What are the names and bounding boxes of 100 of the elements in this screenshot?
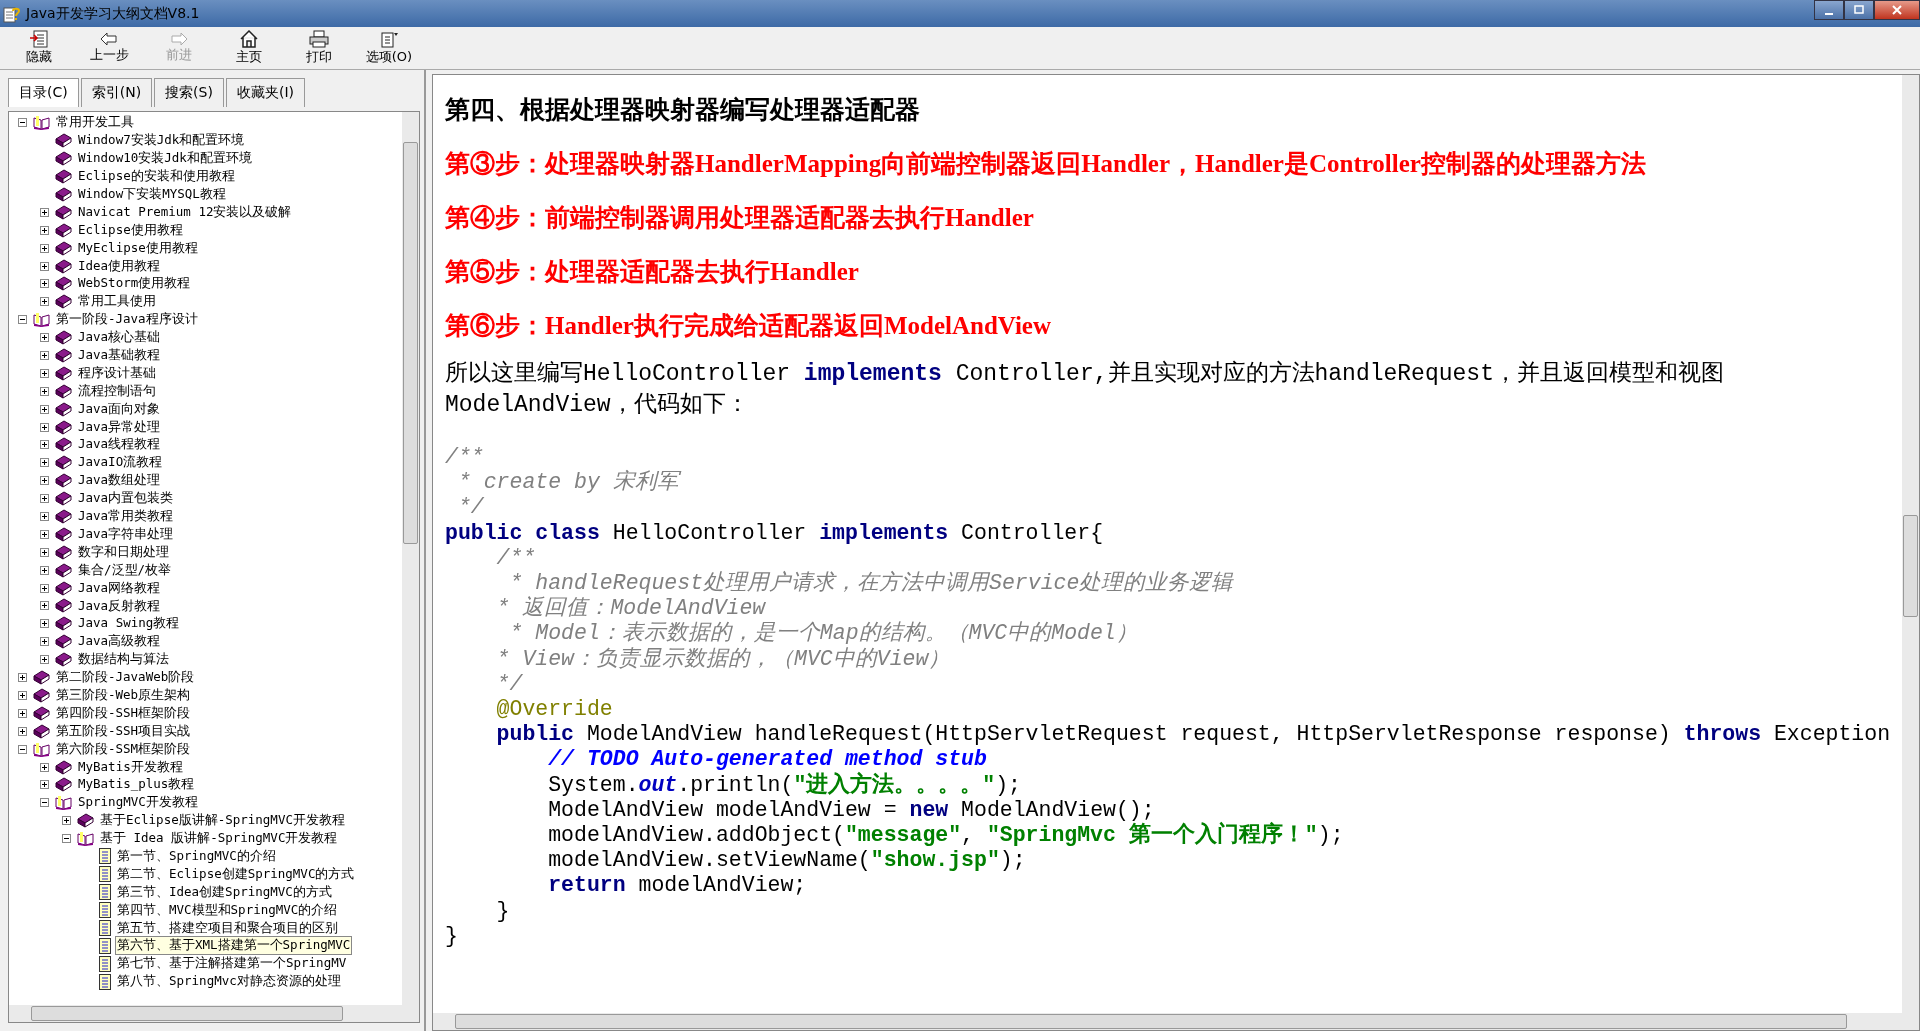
tree-item[interactable]: Java字符串处理 — [76, 524, 176, 544]
expand-icon[interactable] — [17, 673, 27, 683]
maximize-button[interactable] — [1844, 0, 1874, 20]
scrollbar[interactable] — [9, 1005, 419, 1022]
scrollbar-thumb[interactable] — [31, 1006, 343, 1021]
tree-item[interactable]: 基于 Idea 版讲解-SpringMVC开发教程 — [98, 829, 340, 849]
tree-item[interactable]: Java高级教程 — [76, 632, 163, 652]
tree-item[interactable]: 数字和日期处理 — [76, 542, 171, 562]
expand-icon[interactable] — [39, 565, 49, 575]
tree-item[interactable]: Java内置包装类 — [76, 489, 176, 509]
tab[interactable]: 搜索(S) — [154, 78, 224, 107]
collapse-icon[interactable] — [39, 798, 49, 808]
tree-item[interactable]: MyEclipse使用教程 — [76, 238, 200, 258]
expand-icon[interactable] — [61, 816, 71, 826]
collapse-icon[interactable] — [17, 118, 27, 128]
expand-icon[interactable] — [39, 780, 49, 790]
tree-item[interactable]: 第一节、SpringMVC的介绍 — [115, 846, 278, 866]
expand-icon[interactable] — [39, 351, 49, 360]
scrollbar-thumb[interactable] — [403, 142, 418, 544]
tree-item[interactable]: Java异常处理 — [76, 417, 163, 437]
tree-item[interactable]: Idea使用教程 — [76, 256, 163, 276]
scrollbar[interactable] — [402, 112, 419, 1005]
tree-item[interactable]: Eclipse使用教程 — [76, 220, 185, 240]
collapse-icon[interactable] — [17, 315, 27, 325]
expand-icon[interactable] — [39, 279, 49, 289]
expand-icon[interactable] — [39, 601, 49, 611]
expand-icon[interactable] — [39, 655, 49, 665]
tree-item[interactable]: 第四节、MVC模型和SpringMVC的介绍 — [115, 900, 340, 920]
tree-item[interactable]: Java线程教程 — [76, 435, 163, 455]
expand-icon[interactable] — [39, 297, 49, 307]
collapse-icon[interactable] — [17, 744, 27, 754]
tree-item[interactable]: Java核心基础 — [76, 328, 163, 348]
toolbar-button[interactable]: 打印 — [290, 27, 348, 69]
tree-item[interactable]: 第七节、基于注解搭建第一个SpringMV — [115, 954, 349, 974]
expand-icon[interactable] — [39, 637, 49, 647]
expand-icon[interactable] — [17, 708, 27, 718]
tab[interactable]: 索引(N) — [80, 78, 153, 107]
minimize-button[interactable] — [1814, 0, 1844, 20]
toolbar-button[interactable]: 主页 — [220, 27, 278, 69]
tree-item[interactable]: Java常用类教程 — [76, 507, 176, 527]
tree-item[interactable]: SpringMVC开发教程 — [76, 793, 200, 813]
scrollbar[interactable] — [433, 1013, 1919, 1030]
tree-item[interactable]: Window下安装MYSQL教程 — [76, 185, 228, 204]
expand-icon[interactable] — [39, 422, 49, 432]
tree-item[interactable]: MyBatis_plus教程 — [76, 775, 197, 795]
tree-item[interactable]: 第一阶段-Java程序设计 — [54, 310, 200, 330]
tree-item[interactable]: 第三阶段-Web原生架构 — [54, 685, 193, 705]
expand-icon[interactable] — [39, 368, 49, 378]
tree-item[interactable]: 集合/泛型/枚举 — [76, 560, 174, 580]
tree-item[interactable]: 第八节、SpringMvc对静态资源的处理 — [115, 972, 343, 992]
tree-item[interactable]: 第二阶段-JavaWeb阶段 — [54, 668, 197, 688]
expand-icon[interactable] — [39, 583, 49, 593]
expand-icon[interactable] — [39, 494, 49, 504]
expand-icon[interactable] — [39, 476, 49, 486]
tree-item[interactable]: Navicat Premium 12安装以及破解 — [76, 202, 294, 222]
tree-item[interactable]: Window10安装Jdk和配置环境 — [76, 149, 254, 169]
tree-item[interactable]: 第五节、搭建空项目和聚合项目的区别 — [115, 918, 340, 938]
scrollbar-thumb[interactable] — [1903, 515, 1918, 617]
tree-item[interactable]: Java基础教程 — [76, 346, 163, 366]
expand-icon[interactable] — [39, 547, 49, 557]
toolbar-button[interactable]: 隐藏 — [10, 27, 68, 69]
tab[interactable]: 收藏夹(I) — [225, 78, 305, 107]
expand-icon[interactable] — [39, 529, 49, 539]
tree-item[interactable]: 常用开发工具 — [54, 113, 136, 133]
expand-icon[interactable] — [39, 207, 49, 217]
tree-item[interactable]: 第四阶段-SSH框架阶段 — [54, 703, 193, 723]
expand-icon[interactable] — [39, 225, 49, 235]
expand-icon[interactable] — [39, 619, 49, 629]
expand-icon[interactable] — [17, 690, 27, 700]
tree-item[interactable]: 流程控制语句 — [76, 381, 158, 401]
tree-item[interactable]: Java网络教程 — [76, 578, 163, 598]
expand-icon[interactable] — [39, 762, 49, 772]
expand-icon[interactable] — [39, 243, 49, 253]
tree-item[interactable]: 第五阶段-SSH项目实战 — [54, 721, 193, 741]
tree-item[interactable]: Java面向对象 — [76, 399, 163, 419]
expand-icon[interactable] — [39, 512, 49, 522]
tree-item[interactable]: Eclipse的安装和使用教程 — [76, 167, 237, 187]
expand-icon[interactable] — [39, 386, 49, 396]
expand-icon[interactable] — [39, 458, 49, 468]
tree-item[interactable]: 常用工具使用 — [76, 292, 158, 312]
tree-item[interactable]: 基于Eclipse版讲解-SpringMVC开发教程 — [98, 811, 347, 831]
expand-icon[interactable] — [39, 440, 49, 450]
tree-item[interactable]: Java反射教程 — [76, 596, 163, 616]
expand-icon[interactable] — [17, 726, 27, 736]
tree-item[interactable]: Java数组处理 — [76, 471, 163, 491]
toolbar-button[interactable]: 上一步 — [80, 27, 138, 69]
tree-item[interactable]: WebStorm使用教程 — [76, 274, 193, 294]
expand-icon[interactable] — [39, 404, 49, 414]
tree-item[interactable]: 第六节、基于XML搭建第一个SpringMVC — [115, 936, 353, 956]
tree-item[interactable]: 第二节、Eclipse创建SpringMVC的方式 — [115, 864, 357, 884]
scrollbar[interactable] — [1902, 75, 1919, 1013]
expand-icon[interactable] — [39, 333, 49, 343]
expand-icon[interactable] — [39, 261, 49, 271]
collapse-icon[interactable] — [61, 834, 71, 844]
tree-item[interactable]: 数据结构与算法 — [76, 650, 171, 670]
tree-item[interactable]: 第六阶段-SSM框架阶段 — [54, 739, 193, 759]
tree-item[interactable]: 程序设计基础 — [76, 363, 158, 383]
tab[interactable]: 目录(C) — [8, 78, 79, 107]
tree-item[interactable]: 第三节、Idea创建SpringMVC的方式 — [115, 882, 334, 902]
tree-item[interactable]: JavaIO流教程 — [76, 453, 165, 473]
